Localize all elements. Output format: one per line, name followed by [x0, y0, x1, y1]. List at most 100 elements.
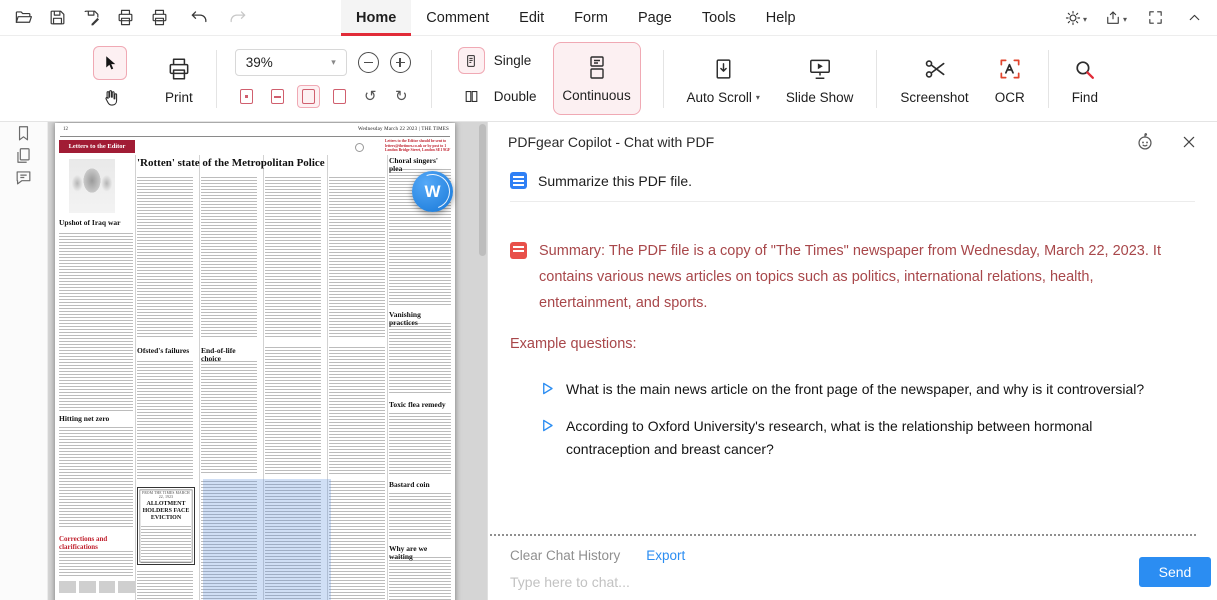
zoom-out-button[interactable] [358, 52, 379, 73]
headline-ofsted: Ofsted's failures [137, 347, 193, 355]
tab-form[interactable]: Form [559, 0, 623, 36]
print-button[interactable]: Print [152, 52, 206, 105]
continuous-view-button[interactable]: Continuous [553, 42, 641, 115]
pdf-scrollbar[interactable] [479, 124, 486, 256]
times-crest-image [69, 159, 115, 213]
chevron-down-icon: ▾ [756, 94, 760, 102]
theme-toggle-button[interactable]: ▾ [1064, 9, 1087, 27]
titlebar: Home Comment Edit Form Page Tools Help ▾… [0, 0, 1217, 36]
fit-page-button[interactable] [297, 85, 320, 108]
fit-width-icon [271, 89, 284, 104]
text-column-filler [59, 551, 133, 577]
send-button[interactable]: Send [1139, 557, 1211, 587]
double-label: Double [494, 89, 537, 104]
save-as-icon[interactable] [80, 7, 102, 29]
text-column-filler [137, 571, 193, 600]
double-page-icon [458, 83, 485, 110]
section-banner: Letters to the Editor [59, 140, 135, 153]
headline-corrections: Corrections and clarifications [59, 535, 129, 551]
headline-main: 'Rotten' state of the Metropolitan Polic… [137, 157, 387, 169]
fit-visible-button[interactable] [328, 85, 351, 108]
text-column-filler [389, 493, 451, 539]
zoom-in-button[interactable] [390, 52, 411, 73]
tab-edit[interactable]: Edit [504, 0, 559, 36]
copilot-floating-widget[interactable]: W [412, 171, 453, 212]
thumbnails-panel-button[interactable] [13, 144, 35, 166]
find-button[interactable]: Find [1059, 52, 1111, 105]
printer-icon [166, 52, 192, 82]
continuous-pages-icon [585, 55, 609, 81]
widget-w-icon: W [424, 182, 440, 202]
pdf-viewer[interactable]: 12 Wednesday March 22 2023 | THE TIMES L… [48, 122, 487, 600]
print-label: Print [165, 90, 193, 105]
slide-show-button[interactable]: Slide Show [773, 52, 867, 105]
zoom-value: 39% [246, 55, 273, 70]
share-button[interactable]: ▾ [1104, 9, 1127, 27]
select-tool-button[interactable] [93, 46, 127, 80]
dotted-divider [490, 534, 1196, 536]
headline-flea: Toxic flea remedy [389, 401, 451, 409]
tab-page[interactable]: Page [623, 0, 687, 36]
chat-title: PDFgear Copilot - Chat with PDF [508, 134, 714, 150]
redo-icon[interactable] [226, 7, 248, 29]
newspaper-page-number: 12 [63, 127, 68, 132]
copilot-chat-panel: PDFgear Copilot - Chat with PDF Summariz… [487, 122, 1217, 600]
rotate-left-button[interactable]: ↺ [359, 85, 382, 108]
archive-kicker: FROM THE TIMES MARCH 22, 1923 [141, 491, 191, 499]
pdf-page[interactable]: 12 Wednesday March 22 2023 | THE TIMES L… [55, 123, 455, 600]
tab-tools[interactable]: Tools [687, 0, 751, 36]
text-column-filler [389, 323, 451, 395]
ocr-button[interactable]: OCR [982, 52, 1038, 105]
scissors-icon [922, 52, 948, 82]
undo-icon[interactable] [188, 7, 210, 29]
quick-print-icon[interactable] [148, 7, 170, 29]
chat-input[interactable] [510, 574, 1030, 590]
text-column-filler [329, 347, 385, 475]
footer-logos [59, 581, 135, 593]
save-icon[interactable] [46, 7, 68, 29]
example-question-2[interactable]: According to Oxford University's researc… [510, 415, 1195, 461]
file-actions [0, 7, 170, 29]
print-icon[interactable] [114, 7, 136, 29]
rotate-left-icon: ↺ [364, 89, 377, 104]
fit-width-button[interactable] [266, 85, 289, 108]
titlebar-right-actions: ▾ ▾ [1064, 7, 1205, 29]
bookmarks-panel-button[interactable] [13, 122, 35, 144]
text-column-filler [59, 233, 133, 411]
zoom-level-select[interactable]: 39% ▾ [235, 49, 347, 76]
screenshot-button[interactable]: Screenshot [887, 52, 981, 105]
summarize-icon [510, 172, 527, 189]
close-icon[interactable] [1181, 134, 1197, 150]
robot-icon [1134, 131, 1156, 153]
tab-help[interactable]: Help [751, 0, 811, 36]
double-view-button[interactable]: Double [454, 82, 541, 111]
text-column-filler [59, 427, 133, 529]
collapse-ribbon-icon[interactable] [1183, 7, 1205, 29]
select-tools-group [86, 46, 134, 111]
archive-article-box: FROM THE TIMES MARCH 22, 1923 ALLOTMENT … [137, 487, 195, 565]
headline-bastard: Bastard coin [389, 481, 451, 489]
tab-home[interactable]: Home [341, 0, 411, 36]
chevron-down-icon: ▾ [1083, 16, 1087, 27]
auto-scroll-button[interactable]: Auto Scroll▾ [674, 52, 773, 105]
comments-panel-button[interactable] [13, 166, 35, 188]
chat-footer: Clear Chat History Export [488, 534, 1217, 600]
headline-allotment: ALLOTMENT HOLDERS FACE EVICTION [141, 501, 191, 523]
hand-tool-button[interactable] [95, 85, 125, 111]
export-button[interactable]: Export [646, 548, 685, 563]
user-message: Summarize this PDF file. [510, 172, 1195, 189]
open-file-icon[interactable] [12, 7, 34, 29]
rotate-right-button[interactable]: ↻ [390, 85, 413, 108]
example-question-1[interactable]: What is the main news article on the fro… [510, 378, 1195, 401]
text-column-filler [141, 526, 191, 564]
tab-comment[interactable]: Comment [411, 0, 504, 36]
toolbar-divider [1048, 50, 1049, 108]
toolbar-divider [216, 50, 217, 108]
fullscreen-icon[interactable] [1144, 7, 1166, 29]
single-view-button[interactable]: Single [454, 46, 541, 75]
clear-chat-history-button[interactable]: Clear Chat History [510, 548, 620, 563]
actual-size-button[interactable] [235, 85, 258, 108]
cursor-icon [106, 56, 115, 69]
toolbar: Print 39% ▾ ↺ ↻ Single [0, 36, 1217, 122]
continuous-label: Continuous [562, 88, 630, 103]
